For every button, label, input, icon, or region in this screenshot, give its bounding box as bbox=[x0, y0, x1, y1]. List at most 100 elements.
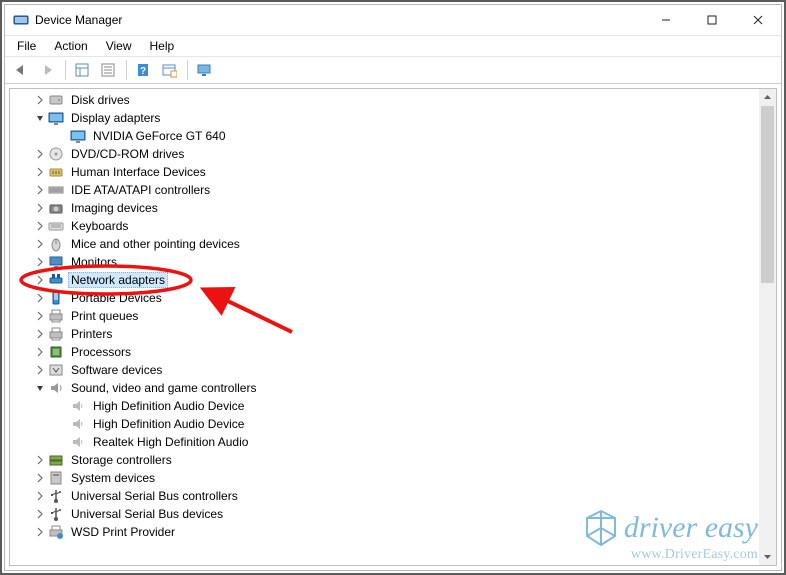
tree-item-label[interactable]: Imaging devices bbox=[68, 200, 161, 216]
scroll-up-icon[interactable] bbox=[759, 89, 776, 106]
scroll-track[interactable] bbox=[759, 106, 776, 548]
network-icon bbox=[48, 272, 64, 288]
toolbar-scan-button[interactable] bbox=[157, 58, 181, 82]
scroll-thumb[interactable] bbox=[761, 106, 774, 283]
tree-item-label[interactable]: System devices bbox=[68, 470, 158, 486]
category-ide[interactable]: IDE ATA/ATAPI controllers bbox=[10, 181, 759, 199]
chevron-right-icon[interactable] bbox=[32, 218, 48, 234]
tree-item-label[interactable]: Mice and other pointing devices bbox=[68, 236, 243, 252]
storage-icon bbox=[48, 452, 64, 468]
tree-item-label[interactable]: Keyboards bbox=[68, 218, 131, 234]
device-hda-2[interactable]: High Definition Audio Device bbox=[10, 415, 759, 433]
chevron-right-icon[interactable] bbox=[32, 524, 48, 540]
chevron-right-icon[interactable] bbox=[32, 506, 48, 522]
chevron-right-icon[interactable] bbox=[32, 236, 48, 252]
tree-item-label[interactable]: NVIDIA GeForce GT 640 bbox=[90, 128, 229, 144]
menu-action[interactable]: Action bbox=[46, 37, 95, 55]
category-portable[interactable]: Portable Devices bbox=[10, 289, 759, 307]
menu-file[interactable]: File bbox=[9, 37, 44, 55]
chevron-right-icon[interactable] bbox=[32, 164, 48, 180]
tree-item-label[interactable]: Human Interface Devices bbox=[68, 164, 209, 180]
toolbar-forward-button[interactable] bbox=[35, 58, 59, 82]
menu-help[interactable]: Help bbox=[142, 37, 183, 55]
chevron-right-icon[interactable] bbox=[32, 488, 48, 504]
tree-item-label[interactable]: Storage controllers bbox=[68, 452, 175, 468]
tree-item-label[interactable]: WSD Print Provider bbox=[68, 524, 178, 540]
device-realtek[interactable]: Realtek High Definition Audio bbox=[10, 433, 759, 451]
category-mice[interactable]: Mice and other pointing devices bbox=[10, 235, 759, 253]
minimize-button[interactable] bbox=[643, 5, 689, 35]
chevron-right-icon[interactable] bbox=[32, 272, 48, 288]
category-printers[interactable]: Printers bbox=[10, 325, 759, 343]
device-tree[interactable]: Disk drives Display adapters NVIDIA GeForc… bbox=[10, 89, 759, 565]
category-processors[interactable]: Processors bbox=[10, 343, 759, 361]
device-nvidia-gt640[interactable]: NVIDIA GeForce GT 640 bbox=[10, 127, 759, 145]
chevron-right-icon[interactable] bbox=[32, 308, 48, 324]
chevron-right-icon[interactable] bbox=[32, 470, 48, 486]
tree-item-label[interactable]: Software devices bbox=[68, 362, 165, 378]
category-print-queues[interactable]: Print queues bbox=[10, 307, 759, 325]
chevron-down-icon[interactable] bbox=[32, 380, 48, 396]
chevron-down-icon[interactable] bbox=[32, 110, 48, 126]
tree-item-label[interactable]: Universal Serial Bus devices bbox=[68, 506, 226, 522]
tree-item-label[interactable]: High Definition Audio Device bbox=[90, 416, 247, 432]
chevron-right-icon[interactable] bbox=[32, 290, 48, 306]
category-dvd[interactable]: DVD/CD-ROM drives bbox=[10, 145, 759, 163]
tree-item-label[interactable]: Sound, video and game controllers bbox=[68, 380, 259, 396]
chevron-right-icon[interactable] bbox=[32, 326, 48, 342]
tree-item-label[interactable]: Display adapters bbox=[68, 110, 163, 126]
tree-item-label[interactable]: DVD/CD-ROM drives bbox=[68, 146, 187, 162]
category-software[interactable]: Software devices bbox=[10, 361, 759, 379]
category-usb-controllers[interactable]: Universal Serial Bus controllers bbox=[10, 487, 759, 505]
tree-item-label[interactable]: Print queues bbox=[68, 308, 141, 324]
tree-item-label[interactable]: Disk drives bbox=[68, 92, 133, 108]
chevron-right-icon[interactable] bbox=[32, 254, 48, 270]
tree-item-label[interactable]: High Definition Audio Device bbox=[90, 398, 247, 414]
category-system[interactable]: System devices bbox=[10, 469, 759, 487]
category-monitors[interactable]: Monitors bbox=[10, 253, 759, 271]
category-storage[interactable]: Storage controllers bbox=[10, 451, 759, 469]
category-usb-devices[interactable]: Universal Serial Bus devices bbox=[10, 505, 759, 523]
category-wsd[interactable]: WSD Print Provider bbox=[10, 523, 759, 541]
vertical-scrollbar[interactable] bbox=[759, 89, 776, 565]
tree-item-label[interactable]: Portable Devices bbox=[68, 290, 165, 306]
disk-icon bbox=[48, 92, 64, 108]
tree-item-label[interactable]: IDE ATA/ATAPI controllers bbox=[68, 182, 213, 198]
tree-item-label[interactable]: Realtek High Definition Audio bbox=[90, 434, 251, 450]
toolbar-help-button[interactable]: ? bbox=[131, 58, 155, 82]
close-button[interactable] bbox=[735, 5, 781, 35]
tree-item-label[interactable]: Printers bbox=[68, 326, 115, 342]
chevron-right-icon[interactable] bbox=[32, 182, 48, 198]
category-hid[interactable]: Human Interface Devices bbox=[10, 163, 759, 181]
toolbar-properties-button[interactable] bbox=[96, 58, 120, 82]
tree-item-label[interactable]: Network adapters bbox=[68, 272, 168, 288]
usb-icon bbox=[48, 488, 64, 504]
category-network-adapters[interactable]: Network adapters bbox=[10, 271, 759, 289]
chevron-right-icon[interactable] bbox=[32, 92, 48, 108]
category-imaging[interactable]: Imaging devices bbox=[10, 199, 759, 217]
device-hda-1[interactable]: High Definition Audio Device bbox=[10, 397, 759, 415]
tree-item-label[interactable]: Universal Serial Bus controllers bbox=[68, 488, 241, 504]
app-icon bbox=[13, 12, 29, 28]
maximize-button[interactable] bbox=[689, 5, 735, 35]
svg-text:?: ? bbox=[140, 66, 146, 77]
toolbar-monitor-button[interactable] bbox=[192, 58, 216, 82]
tree-item-label[interactable]: Monitors bbox=[68, 254, 120, 270]
scroll-down-icon[interactable] bbox=[759, 548, 776, 565]
category-display-adapters[interactable]: Display adapters bbox=[10, 109, 759, 127]
chevron-right-icon[interactable] bbox=[32, 146, 48, 162]
tree-item-label[interactable]: Processors bbox=[68, 344, 134, 360]
menu-view[interactable]: View bbox=[98, 37, 140, 55]
system-icon bbox=[48, 470, 64, 486]
chevron-right-icon[interactable] bbox=[32, 362, 48, 378]
speaker-icon bbox=[70, 398, 86, 414]
chevron-right-icon[interactable] bbox=[32, 344, 48, 360]
chevron-right-icon[interactable] bbox=[32, 452, 48, 468]
toolbar-back-button[interactable] bbox=[9, 58, 33, 82]
category-sound[interactable]: Sound, video and game controllers bbox=[10, 379, 759, 397]
category-keyboards[interactable]: Keyboards bbox=[10, 217, 759, 235]
toolbar-show-hidden-button[interactable] bbox=[70, 58, 94, 82]
category-disk-drives[interactable]: Disk drives bbox=[10, 91, 759, 109]
chevron-right-icon[interactable] bbox=[32, 200, 48, 216]
device-tree-panel: Disk drives Display adapters NVIDIA GeForc… bbox=[9, 88, 777, 566]
